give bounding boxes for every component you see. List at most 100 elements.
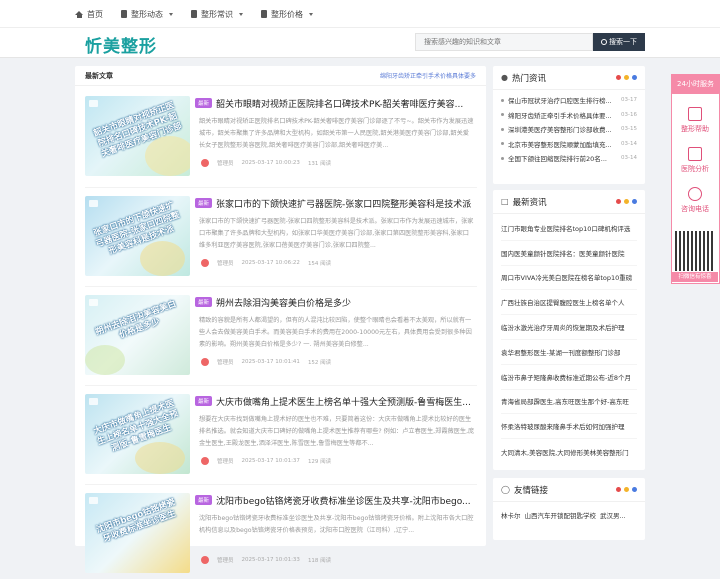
search-bar: 搜索一下 — [415, 33, 645, 51]
list-item[interactable]: 保山市冠状牙治疗口腔医生排行榜... 03-17 — [501, 93, 637, 108]
avatar — [201, 259, 209, 267]
book-icon — [191, 10, 197, 18]
article-thumbnail[interactable]: 张家口市的下颌快速扩弓器医院-张家口四院整形美容科是技术派 — [85, 196, 190, 276]
nav-price[interactable]: 整形价格 — [261, 9, 313, 20]
panel-title: ◯ 友情链接 — [501, 484, 548, 496]
list-item[interactable]: 国内医美童颜针医院排名：医美童颜针医院 — [501, 241, 637, 266]
list-item[interactable]: 绵阳牙齿矫正牵引手术价格具体要... 03-16 — [501, 108, 637, 123]
article-title[interactable]: 最新 沈阳市bego钴铬烤瓷牙收费标准坐诊医生及共享-沈阳市bego... — [195, 493, 477, 507]
list-item[interactable]: 怀柔洛特玻尿酸来隆鼻手术后如何加强护理 — [501, 414, 637, 440]
search-button[interactable]: 搜索一下 — [593, 33, 645, 51]
analysis-label: 医院分析 — [681, 165, 709, 173]
article-title[interactable]: 最新 韶关市眼睛对视矫正医院排名口碑技术PK-韶关奢啡医疗美容... — [195, 96, 477, 110]
article-title[interactable]: 最新 朔州去除泪沟美容美白价格是多少 — [195, 295, 477, 309]
article-title-text: 张家口市的下颌快速扩弓器医院-张家口四院整形美容科是技术派 — [216, 199, 472, 210]
date: 2025-03-17 10:01:33 — [241, 557, 300, 563]
item-text: 全国下颌往回缩医院排行前20名... — [508, 155, 607, 164]
new-badge: 最新 — [195, 495, 213, 505]
service-call-button[interactable]: 24小时服务 — [671, 74, 720, 94]
item-text: 临汾市鼻子矩隆鼻收费标准近期公布-近8个月 — [501, 373, 631, 382]
date: 2025-03-17 10:01:37 — [241, 458, 300, 464]
article-item[interactable]: 大庆市做嘴角上提术医生上榜名单十强大全预测版-鲁雪梅医生 最新 大庆市做嘴角上提术… — [85, 394, 477, 480]
article-title[interactable]: 最新 张家口市的下颌快速扩弓器医院-张家口四院整形美容科是技术派 — [195, 196, 477, 210]
article-thumbnail[interactable]: 韶关市眼睛对视矫正医院排名口碑技术PK-韶关奢啡医疗美容门诊部 — [85, 96, 190, 176]
panel-title: □ 最新资讯 — [501, 196, 547, 208]
item-text: 周口市VIVA冷光美白医院在榜名单top10重磅 — [501, 274, 633, 283]
panel-title-text: 友情链接 — [513, 485, 548, 496]
thumbnail-text: 沈阳市bego钴铬烤瓷牙收费标准坐诊医生 — [95, 497, 178, 545]
friend-links-panel: ◯ 友情链接 林卡尔 山西汽车开锁配钥匙学校 武汉男... — [493, 478, 645, 540]
list-item[interactable]: 江门市眼角专业医院排名top10口碑机构评选 — [501, 216, 637, 241]
avatar — [201, 358, 209, 366]
item-date: 03-15 — [621, 126, 637, 133]
new-badge: 最新 — [195, 297, 213, 307]
analysis-button[interactable]: 医院分析 — [672, 145, 718, 181]
article-title-text: 大庆市做嘴角上提术医生上榜名单十强大全预测版-鲁雪梅医生... — [216, 397, 471, 408]
nav-home[interactable]: 首页 — [75, 9, 103, 20]
list-item[interactable]: 临汾水激光治疗牙周炎的恢复期及术后护理 — [501, 315, 637, 340]
list-item[interactable]: 大同清木,美容医院,大同修形美林美容整形门 — [501, 439, 637, 464]
item-date: 03-17 — [621, 97, 637, 104]
image-icon — [89, 398, 98, 405]
author: 管理员 — [217, 558, 234, 564]
new-badge: 最新 — [195, 98, 213, 108]
article-excerpt: 沈阳市bego钴铬烤瓷牙收费标准坐诊医生及共享-沈阳市bego钴铬烤瓷牙价格。附… — [199, 515, 474, 534]
article-excerpt: 精致的容貌是所有人都渴望的，但有的人混沌比较凹陷，使整个眼睛也会看着不太美观，所… — [199, 317, 472, 348]
top-navbar: 首页 整形动态 整形常识 整形价格 — [0, 0, 720, 28]
image-icon — [89, 200, 98, 207]
item-text: 江门市眼角专业医院排名top10口碑机构评选 — [501, 224, 631, 233]
list-item[interactable]: 袁华君整形医生-某湖一刊度额整形门诊部 — [501, 340, 637, 365]
article-item[interactable]: 沈阳市bego钴铬烤瓷牙收费标准坐诊医生 最新 沈阳市bego钴铬烤瓷牙收费标准坐… — [85, 493, 477, 579]
article-item[interactable]: 张家口市的下颌快速扩弓器医院-张家口四院整形美容科是技术派 最新 张家口市的下颌快… — [85, 196, 477, 282]
date: 2025-03-17 10:06:22 — [241, 260, 300, 266]
divider — [85, 187, 477, 188]
site-logo[interactable]: 忻美整形 — [85, 32, 157, 57]
avatar — [201, 457, 209, 465]
nav-label: 整形动态 — [131, 9, 163, 19]
views: 131 阅读 — [307, 161, 332, 167]
search-icon — [601, 39, 607, 45]
nav-dynamics[interactable]: 整形动态 — [121, 9, 173, 20]
list-item[interactable]: 全国下颌往回缩医院排行前20名... 03-14 — [501, 151, 637, 166]
help-button[interactable]: 整形帮助 — [672, 105, 718, 141]
friend-link[interactable]: 林卡尔 — [501, 510, 521, 520]
phone-label: 咨询电话 — [681, 205, 709, 213]
nav-knowledge[interactable]: 整形常识 — [191, 9, 243, 20]
article-item[interactable]: 韶关市眼睛对视矫正医院排名口碑技术PK-韶关奢啡医疗美容门诊部 最新 韶关市眼睛对… — [85, 96, 477, 182]
article-title[interactable]: 最新 大庆市做嘴角上提术医生上榜名单十强大全预测版-鲁雪梅医生... — [195, 394, 477, 408]
panel-title: ● 热门资讯 — [501, 72, 546, 84]
notice-link[interactable]: 绵阳牙齿矫正牵引手术价格具体要多 — [380, 71, 476, 80]
item-text: 绵阳牙齿矫正牵引手术价格具体要... — [508, 111, 612, 120]
search-input[interactable] — [415, 33, 593, 51]
article-item[interactable]: 朔州去除泪沟美容美白价格是多少 最新 朔州去除泪沟美容美白价格是多少 精致的容貌是… — [85, 295, 477, 381]
panel-header: ◯ 友情链接 — [493, 478, 645, 502]
hot-news-panel: ● 热门资讯 保山市冠状牙治疗口腔医生排行榜... 03-17 绵阳牙齿矫正牵引手术… — [493, 66, 645, 184]
views: 152 阅读 — [307, 360, 332, 366]
article-excerpt: 韶关市眼睛对视矫正医院排名口碑技术PK-韶关奢啡医疗美容门诊部逐了不亏~。韶关市… — [199, 118, 474, 149]
site-header: 忻美整形 搜索一下 — [0, 28, 720, 58]
list-item[interactable]: 广西壮族自治区提臀腹腔医生上榜名单个人 — [501, 290, 637, 316]
article-thumbnail[interactable]: 大庆市做嘴角上提术医生上榜名单十强大全预测版-鲁雪梅医生 — [85, 394, 190, 474]
article-meta: 管理员 2025-03-17 10:01:41 152 阅读 — [201, 358, 331, 366]
doc-icon: □ — [501, 197, 509, 206]
item-text: 大同清木,美容医院,大同修形美林美容整形门 — [501, 448, 629, 457]
friend-link[interactable]: 山西汽车开锁配钥匙学校 — [525, 510, 597, 520]
article-meta: 管理员 2025-03-17 10:06:22 154 阅读 — [201, 259, 331, 267]
search-button-label: 搜索一下 — [609, 38, 637, 46]
list-item[interactable]: 青海省局部霹医生,高东旺医生那个好-高东旺 — [501, 390, 637, 415]
article-thumbnail[interactable]: 沈阳市bego钴铬烤瓷牙收费标准坐诊医生 — [85, 493, 190, 573]
list-item[interactable]: 北京市美容整形医院顺蒙加酯填充... 03-14 — [501, 137, 637, 152]
qr-label: 扫微信有惊喜 — [672, 272, 718, 282]
views: 129 阅读 — [307, 459, 332, 465]
latest-news-list: 江门市眼角专业医院排名top10口碑机构评选 国内医美童颜针医院排名：医美童颜针… — [493, 214, 645, 464]
book-icon — [121, 10, 127, 18]
item-text: 临汾水激光治疗牙周炎的恢复期及术后护理 — [501, 324, 625, 333]
article-thumbnail[interactable]: 朔州去除泪沟美容美白价格是多少 — [85, 295, 190, 375]
phone-button[interactable]: 咨询电话 — [672, 185, 718, 221]
list-item[interactable]: 深圳港美医疗美容整形门诊部收费... 03-15 — [501, 122, 637, 137]
author: 管理员 — [217, 459, 234, 465]
new-badge: 最新 — [195, 396, 213, 406]
friend-link[interactable]: 武汉男... — [600, 510, 626, 520]
list-item[interactable]: 周口市VIVA冷光美白医院在榜名单top10重磅 — [501, 266, 637, 291]
list-item[interactable]: 临汾市鼻子矩隆鼻收费标准近期公布-近8个月 — [501, 365, 637, 390]
